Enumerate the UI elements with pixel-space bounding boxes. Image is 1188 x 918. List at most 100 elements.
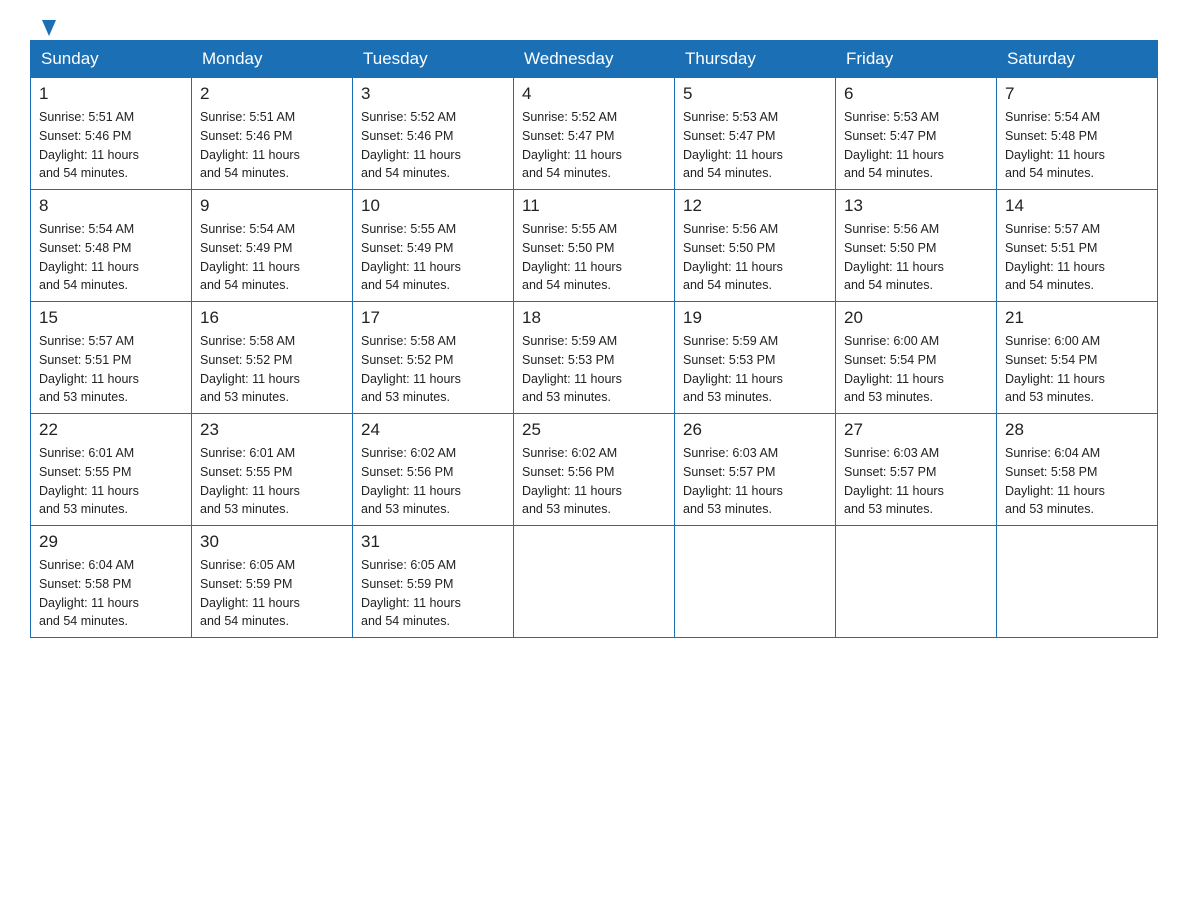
calendar-cell: 17 Sunrise: 5:58 AM Sunset: 5:52 PM Dayl… xyxy=(353,302,514,414)
day-info: Sunrise: 5:55 AM Sunset: 5:50 PM Dayligh… xyxy=(522,220,666,295)
day-number: 10 xyxy=(361,196,505,216)
calendar-cell: 27 Sunrise: 6:03 AM Sunset: 5:57 PM Dayl… xyxy=(836,414,997,526)
day-number: 11 xyxy=(522,196,666,216)
logo-arrow-icon xyxy=(42,20,56,36)
day-info: Sunrise: 6:00 AM Sunset: 5:54 PM Dayligh… xyxy=(1005,332,1149,407)
day-number: 13 xyxy=(844,196,988,216)
calendar-cell xyxy=(675,526,836,638)
day-info: Sunrise: 5:53 AM Sunset: 5:47 PM Dayligh… xyxy=(683,108,827,183)
weekday-header-wednesday: Wednesday xyxy=(514,41,675,78)
weekday-header-saturday: Saturday xyxy=(997,41,1158,78)
day-info: Sunrise: 6:01 AM Sunset: 5:55 PM Dayligh… xyxy=(39,444,183,519)
week-row-3: 15 Sunrise: 5:57 AM Sunset: 5:51 PM Dayl… xyxy=(31,302,1158,414)
day-number: 23 xyxy=(200,420,344,440)
week-row-2: 8 Sunrise: 5:54 AM Sunset: 5:48 PM Dayli… xyxy=(31,190,1158,302)
calendar-cell: 15 Sunrise: 5:57 AM Sunset: 5:51 PM Dayl… xyxy=(31,302,192,414)
day-number: 18 xyxy=(522,308,666,328)
day-info: Sunrise: 5:56 AM Sunset: 5:50 PM Dayligh… xyxy=(683,220,827,295)
day-info: Sunrise: 6:05 AM Sunset: 5:59 PM Dayligh… xyxy=(200,556,344,631)
day-number: 1 xyxy=(39,84,183,104)
calendar-cell: 4 Sunrise: 5:52 AM Sunset: 5:47 PM Dayli… xyxy=(514,78,675,190)
calendar-cell: 9 Sunrise: 5:54 AM Sunset: 5:49 PM Dayli… xyxy=(192,190,353,302)
day-number: 22 xyxy=(39,420,183,440)
day-number: 12 xyxy=(683,196,827,216)
calendar-cell: 2 Sunrise: 5:51 AM Sunset: 5:46 PM Dayli… xyxy=(192,78,353,190)
day-info: Sunrise: 5:53 AM Sunset: 5:47 PM Dayligh… xyxy=(844,108,988,183)
day-number: 24 xyxy=(361,420,505,440)
day-number: 8 xyxy=(39,196,183,216)
weekday-header-tuesday: Tuesday xyxy=(353,41,514,78)
day-info: Sunrise: 6:02 AM Sunset: 5:56 PM Dayligh… xyxy=(361,444,505,519)
week-row-5: 29 Sunrise: 6:04 AM Sunset: 5:58 PM Dayl… xyxy=(31,526,1158,638)
calendar-cell xyxy=(514,526,675,638)
weekday-header-monday: Monday xyxy=(192,41,353,78)
calendar-cell: 6 Sunrise: 5:53 AM Sunset: 5:47 PM Dayli… xyxy=(836,78,997,190)
day-number: 26 xyxy=(683,420,827,440)
calendar-cell: 24 Sunrise: 6:02 AM Sunset: 5:56 PM Dayl… xyxy=(353,414,514,526)
calendar-table: SundayMondayTuesdayWednesdayThursdayFrid… xyxy=(30,40,1158,638)
calendar-cell: 7 Sunrise: 5:54 AM Sunset: 5:48 PM Dayli… xyxy=(997,78,1158,190)
week-row-4: 22 Sunrise: 6:01 AM Sunset: 5:55 PM Dayl… xyxy=(31,414,1158,526)
calendar-cell: 3 Sunrise: 5:52 AM Sunset: 5:46 PM Dayli… xyxy=(353,78,514,190)
weekday-header-friday: Friday xyxy=(836,41,997,78)
calendar-cell: 28 Sunrise: 6:04 AM Sunset: 5:58 PM Dayl… xyxy=(997,414,1158,526)
day-number: 7 xyxy=(1005,84,1149,104)
day-info: Sunrise: 5:56 AM Sunset: 5:50 PM Dayligh… xyxy=(844,220,988,295)
day-info: Sunrise: 5:55 AM Sunset: 5:49 PM Dayligh… xyxy=(361,220,505,295)
calendar-cell: 14 Sunrise: 5:57 AM Sunset: 5:51 PM Dayl… xyxy=(997,190,1158,302)
day-number: 31 xyxy=(361,532,505,552)
day-info: Sunrise: 6:02 AM Sunset: 5:56 PM Dayligh… xyxy=(522,444,666,519)
day-info: Sunrise: 5:59 AM Sunset: 5:53 PM Dayligh… xyxy=(683,332,827,407)
calendar-cell: 13 Sunrise: 5:56 AM Sunset: 5:50 PM Dayl… xyxy=(836,190,997,302)
logo xyxy=(30,20,42,22)
calendar-cell xyxy=(836,526,997,638)
day-number: 19 xyxy=(683,308,827,328)
calendar-cell: 30 Sunrise: 6:05 AM Sunset: 5:59 PM Dayl… xyxy=(192,526,353,638)
day-info: Sunrise: 5:54 AM Sunset: 5:48 PM Dayligh… xyxy=(1005,108,1149,183)
day-number: 17 xyxy=(361,308,505,328)
day-info: Sunrise: 5:52 AM Sunset: 5:47 PM Dayligh… xyxy=(522,108,666,183)
day-info: Sunrise: 6:03 AM Sunset: 5:57 PM Dayligh… xyxy=(683,444,827,519)
calendar-cell: 19 Sunrise: 5:59 AM Sunset: 5:53 PM Dayl… xyxy=(675,302,836,414)
calendar-cell xyxy=(997,526,1158,638)
page-header xyxy=(30,20,1158,24)
calendar-cell: 21 Sunrise: 6:00 AM Sunset: 5:54 PM Dayl… xyxy=(997,302,1158,414)
day-info: Sunrise: 6:01 AM Sunset: 5:55 PM Dayligh… xyxy=(200,444,344,519)
calendar-header-row: SundayMondayTuesdayWednesdayThursdayFrid… xyxy=(31,41,1158,78)
day-info: Sunrise: 6:04 AM Sunset: 5:58 PM Dayligh… xyxy=(1005,444,1149,519)
day-info: Sunrise: 5:54 AM Sunset: 5:48 PM Dayligh… xyxy=(39,220,183,295)
day-info: Sunrise: 5:58 AM Sunset: 5:52 PM Dayligh… xyxy=(361,332,505,407)
day-number: 29 xyxy=(39,532,183,552)
calendar-cell: 10 Sunrise: 5:55 AM Sunset: 5:49 PM Dayl… xyxy=(353,190,514,302)
day-info: Sunrise: 6:00 AM Sunset: 5:54 PM Dayligh… xyxy=(844,332,988,407)
day-info: Sunrise: 5:57 AM Sunset: 5:51 PM Dayligh… xyxy=(39,332,183,407)
calendar-cell: 22 Sunrise: 6:01 AM Sunset: 5:55 PM Dayl… xyxy=(31,414,192,526)
weekday-header-thursday: Thursday xyxy=(675,41,836,78)
day-info: Sunrise: 5:57 AM Sunset: 5:51 PM Dayligh… xyxy=(1005,220,1149,295)
calendar-cell: 16 Sunrise: 5:58 AM Sunset: 5:52 PM Dayl… xyxy=(192,302,353,414)
day-number: 9 xyxy=(200,196,344,216)
day-number: 16 xyxy=(200,308,344,328)
calendar-cell: 26 Sunrise: 6:03 AM Sunset: 5:57 PM Dayl… xyxy=(675,414,836,526)
calendar-cell: 18 Sunrise: 5:59 AM Sunset: 5:53 PM Dayl… xyxy=(514,302,675,414)
week-row-1: 1 Sunrise: 5:51 AM Sunset: 5:46 PM Dayli… xyxy=(31,78,1158,190)
weekday-header-sunday: Sunday xyxy=(31,41,192,78)
day-info: Sunrise: 6:05 AM Sunset: 5:59 PM Dayligh… xyxy=(361,556,505,631)
day-info: Sunrise: 5:58 AM Sunset: 5:52 PM Dayligh… xyxy=(200,332,344,407)
day-number: 28 xyxy=(1005,420,1149,440)
day-number: 3 xyxy=(361,84,505,104)
day-number: 15 xyxy=(39,308,183,328)
day-info: Sunrise: 5:51 AM Sunset: 5:46 PM Dayligh… xyxy=(39,108,183,183)
day-info: Sunrise: 5:59 AM Sunset: 5:53 PM Dayligh… xyxy=(522,332,666,407)
day-number: 27 xyxy=(844,420,988,440)
calendar-cell: 11 Sunrise: 5:55 AM Sunset: 5:50 PM Dayl… xyxy=(514,190,675,302)
calendar-cell: 25 Sunrise: 6:02 AM Sunset: 5:56 PM Dayl… xyxy=(514,414,675,526)
day-number: 6 xyxy=(844,84,988,104)
day-info: Sunrise: 6:04 AM Sunset: 5:58 PM Dayligh… xyxy=(39,556,183,631)
day-info: Sunrise: 5:54 AM Sunset: 5:49 PM Dayligh… xyxy=(200,220,344,295)
calendar-cell: 8 Sunrise: 5:54 AM Sunset: 5:48 PM Dayli… xyxy=(31,190,192,302)
day-number: 5 xyxy=(683,84,827,104)
day-number: 21 xyxy=(1005,308,1149,328)
calendar-cell: 5 Sunrise: 5:53 AM Sunset: 5:47 PM Dayli… xyxy=(675,78,836,190)
day-info: Sunrise: 6:03 AM Sunset: 5:57 PM Dayligh… xyxy=(844,444,988,519)
